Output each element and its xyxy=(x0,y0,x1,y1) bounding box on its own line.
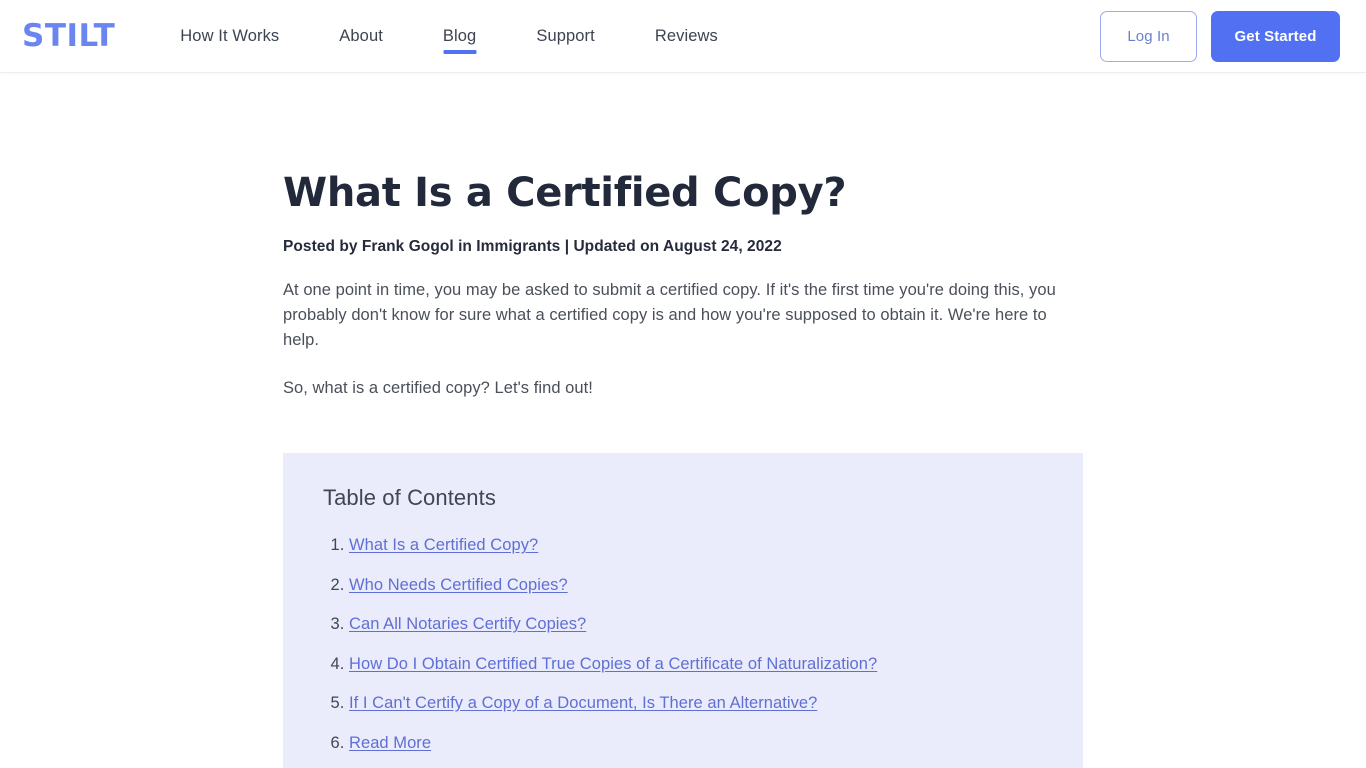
toc-link-4[interactable]: How Do I Obtain Certified True Copies of… xyxy=(349,655,877,673)
list-item: What Is a Certified Copy? xyxy=(349,535,1043,556)
list-item: Who Needs Certified Copies? xyxy=(349,575,1043,596)
get-started-button[interactable]: Get Started xyxy=(1211,10,1340,62)
nav-label: Blog xyxy=(442,26,477,45)
toc-link-3[interactable]: Can All Notaries Certify Copies? xyxy=(349,615,586,633)
header-actions: Log In Get Started xyxy=(1100,10,1340,62)
nav-label: How It Works xyxy=(180,26,280,45)
nav-item-blog[interactable]: Blog xyxy=(413,0,506,72)
list-item: Read More xyxy=(349,733,1043,754)
brand-logo[interactable]: STILT xyxy=(22,20,115,52)
list-item: If I Can't Certify a Copy of a Document,… xyxy=(349,693,1043,714)
nav-label: Reviews xyxy=(654,26,718,45)
article-paragraph-2: So, what is a certified copy? Let's find… xyxy=(283,379,593,398)
log-in-button[interactable]: Log In xyxy=(1100,10,1197,62)
toc-list: What Is a Certified Copy? Who Needs Cert… xyxy=(323,535,1043,768)
nav-item-how-it-works[interactable]: How It Works xyxy=(150,0,309,72)
nav-item-reviews[interactable]: Reviews xyxy=(625,0,748,72)
article-paragraph-1: At one point in time, you may be asked t… xyxy=(283,281,1056,350)
toc-link-2[interactable]: Who Needs Certified Copies? xyxy=(349,576,568,594)
article: What Is a Certified Copy? Posted by Fran… xyxy=(283,72,1083,401)
nav-label: Support xyxy=(536,26,595,45)
page-body: What Is a Certified Copy? Posted by Fran… xyxy=(0,72,1366,768)
nav-label: About xyxy=(339,26,383,45)
page-title: What Is a Certified Copy? xyxy=(283,170,847,216)
nav-item-support[interactable]: Support xyxy=(506,0,625,72)
toc-link-6[interactable]: Read More xyxy=(349,734,431,752)
main-navigation: How It Works About Blog Support Reviews xyxy=(150,0,748,72)
list-item: How Do I Obtain Certified True Copies of… xyxy=(349,654,1043,675)
table-of-contents: Table of Contents What Is a Certified Co… xyxy=(283,453,1083,768)
toc-link-5[interactable]: If I Can't Certify a Copy of a Document,… xyxy=(349,694,817,712)
site-header: STILT How It Works About Blog Support Re… xyxy=(0,0,1366,72)
toc-heading: Table of Contents xyxy=(323,485,496,511)
toc-link-1[interactable]: What Is a Certified Copy? xyxy=(349,536,538,554)
list-item: Can All Notaries Certify Copies? xyxy=(349,614,1043,635)
article-byline: Posted by Frank Gogol in Immigrants | Up… xyxy=(283,238,782,255)
nav-item-about[interactable]: About xyxy=(309,0,413,72)
